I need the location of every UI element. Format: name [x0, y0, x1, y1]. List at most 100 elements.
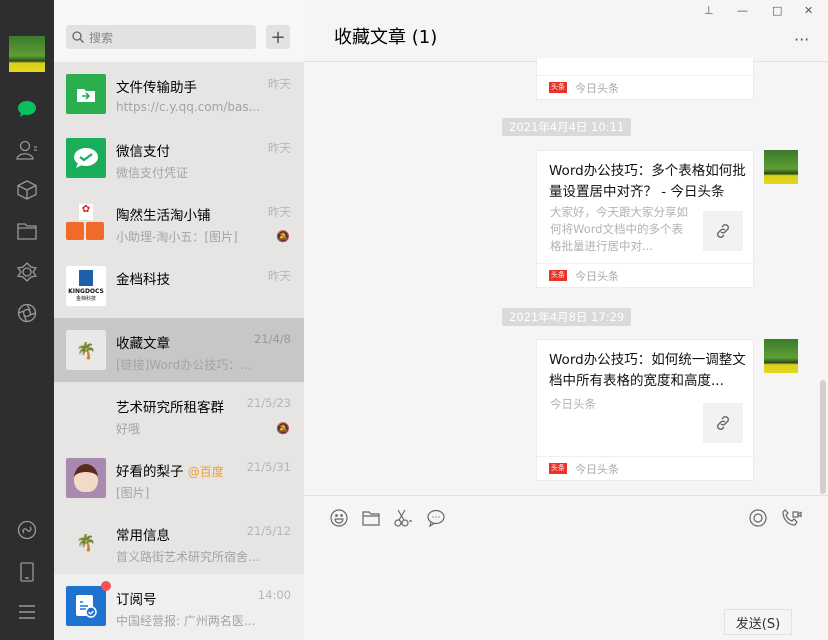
- subscription-icon: [66, 586, 106, 626]
- unread-dot: [101, 581, 111, 591]
- maximize-icon[interactable]: □: [772, 4, 782, 17]
- item-name: 收藏文章: [116, 332, 170, 352]
- item-name: 微信支付: [116, 140, 170, 160]
- message-card[interactable]: 头条今日头条: [536, 58, 754, 100]
- group-avatar: ✿: [66, 202, 106, 242]
- collections-icon[interactable]: [14, 177, 40, 203]
- chat-title: 收藏文章 (1): [334, 23, 437, 49]
- list-item[interactable]: KINGDOCS 金档科技 金档科技 昨天: [54, 254, 304, 318]
- search-placeholder: 搜索: [89, 29, 113, 46]
- chat-icon[interactable]: [14, 96, 40, 122]
- minimize-icon[interactable]: —: [737, 4, 748, 17]
- search-icon: [72, 31, 84, 43]
- timestamp: 2021年4月8日 17:29: [502, 308, 631, 326]
- add-button[interactable]: +: [266, 25, 290, 49]
- item-preview: 首义路街艺术研究所宿舍...: [116, 548, 266, 565]
- card-source: 头条今日头条: [537, 75, 753, 99]
- item-time: 21/5/31: [247, 460, 291, 474]
- list-header: 搜索 +: [54, 0, 304, 62]
- item-time: 21/5/23: [247, 396, 291, 410]
- menu-icon[interactable]: [14, 599, 40, 625]
- item-preview: 微信支付凭证: [116, 164, 266, 181]
- list-item[interactable]: 艺术研究所租客群 好哦 21/5/23 🔕: [54, 382, 304, 446]
- message-card[interactable]: Word办公技巧：如何统一调整文档中所有表格的宽度和高度... 今日头条 头条今…: [536, 339, 754, 481]
- item-preview: 小助理-淘小五：[图片]: [116, 228, 266, 245]
- item-preview: https://c.y.qq.com/bas...: [116, 100, 266, 114]
- message-card[interactable]: Word办公技巧：多个表格如何批量设置居中对齐？ - 今日头条 大家好，今天跟大…: [536, 150, 754, 288]
- item-time: 21/4/8: [254, 332, 291, 346]
- divider: [304, 495, 828, 496]
- list-item[interactable]: 好看的梨子 @百度 [图片] 21/5/31: [54, 446, 304, 510]
- group-avatar: [66, 394, 106, 434]
- item-name: 艺术研究所租客群: [116, 396, 224, 416]
- item-name: 陶然生活淘小铺: [116, 204, 211, 224]
- item-name: 好看的梨子 @百度: [116, 460, 224, 480]
- list-item[interactable]: 🌴 常用信息 首义路街艺术研究所宿舍... 21/5/12: [54, 510, 304, 574]
- list-item[interactable]: 文件传输助手 https://c.y.qq.com/bas... 昨天: [54, 62, 304, 126]
- sidebar: [0, 0, 54, 640]
- toutiao-icon: 头条: [549, 270, 567, 281]
- folder-icon[interactable]: [361, 508, 381, 528]
- live-icon[interactable]: [748, 508, 768, 528]
- toutiao-icon: 头条: [549, 463, 567, 474]
- item-time: 昨天: [268, 140, 291, 156]
- avatar[interactable]: [9, 36, 45, 72]
- item-time: 昨天: [268, 204, 291, 220]
- scrollbar[interactable]: [820, 380, 826, 494]
- phone-icon[interactable]: [14, 559, 40, 585]
- channels-icon[interactable]: [14, 300, 40, 326]
- send-button[interactable]: 发送(S): [724, 609, 792, 635]
- item-name: 订阅号: [116, 588, 157, 608]
- timestamp: 2021年4月4日 10:11: [502, 118, 631, 136]
- palm-tree-icon: 🌴: [66, 522, 106, 562]
- my-avatar[interactable]: [764, 339, 798, 373]
- moments-icon[interactable]: [14, 259, 40, 285]
- conversation-list: 搜索 + 文件传输助手 https://c.y.qq.com/bas... 昨天…: [54, 0, 304, 640]
- palm-tree-icon: 🌴: [66, 330, 106, 370]
- pin-icon[interactable]: ⊥: [704, 4, 714, 17]
- files-icon[interactable]: [14, 218, 40, 244]
- card-source: 头条今日头条: [537, 456, 753, 480]
- list-item[interactable]: 微信支付 微信支付凭证 昨天: [54, 126, 304, 190]
- item-name: 常用信息: [116, 524, 170, 544]
- item-name: 金档科技: [116, 268, 170, 288]
- search-input[interactable]: 搜索: [66, 25, 256, 49]
- item-preview: [链接]Word办公技巧：...: [116, 356, 266, 373]
- list-item[interactable]: 订阅号 中国经营报: 广州两名医... 14:00: [54, 574, 304, 640]
- screenshot-icon[interactable]: [393, 508, 413, 528]
- wechat-pay-icon: [66, 138, 106, 178]
- item-time: 21/5/12: [247, 524, 291, 538]
- item-name: 文件传输助手: [116, 76, 197, 96]
- contacts-icon[interactable]: [14, 137, 40, 163]
- close-icon[interactable]: ✕: [804, 4, 813, 17]
- chat-history-icon[interactable]: [426, 508, 446, 528]
- contact-avatar: [66, 458, 106, 498]
- list-item-selected[interactable]: 🌴 收藏文章 [链接]Word办公技巧：... 21/4/8: [54, 318, 304, 382]
- link-icon: [703, 403, 743, 443]
- toutiao-icon: 头条: [549, 82, 567, 93]
- item-time: 昨天: [268, 76, 291, 92]
- chat-panel: 收藏文章 (1) ⊥ — □ ✕ ··· 头条今日头条 2021年4月4日 10…: [304, 0, 828, 640]
- item-preview: [图片]: [116, 484, 266, 501]
- card-source: 头条今日头条: [537, 263, 753, 287]
- item-preview: 好哦: [116, 420, 266, 437]
- more-button[interactable]: ···: [794, 30, 809, 49]
- mute-icon: 🔕: [276, 230, 290, 243]
- call-icon[interactable]: [782, 508, 802, 528]
- mute-icon: 🔕: [276, 422, 290, 435]
- mini-programs-icon[interactable]: [14, 517, 40, 543]
- card-description: 今日头条: [550, 396, 690, 413]
- item-time: 昨天: [268, 268, 291, 284]
- link-icon: [703, 211, 743, 251]
- card-description: 大家好，今天跟大家分享如何将Word文档中的多个表格批量进行居中对...: [550, 204, 690, 255]
- item-preview: 中国经营报: 广州两名医...: [116, 612, 266, 629]
- chat-header: 收藏文章 (1) ⊥ — □ ✕ ···: [304, 0, 828, 62]
- emoji-icon[interactable]: [329, 508, 349, 528]
- file-transfer-icon: [66, 74, 106, 114]
- list-item[interactable]: ✿ 陶然生活淘小铺 小助理-淘小五：[图片] 昨天 🔕: [54, 190, 304, 254]
- my-avatar[interactable]: [764, 150, 798, 184]
- item-time: 14:00: [258, 588, 291, 602]
- card-title: Word办公技巧：多个表格如何批量设置居中对齐？ - 今日头条: [549, 161, 747, 203]
- card-title: Word办公技巧：如何统一调整文档中所有表格的宽度和高度...: [549, 350, 747, 392]
- kingdocs-logo: KINGDOCS 金档科技: [66, 266, 106, 306]
